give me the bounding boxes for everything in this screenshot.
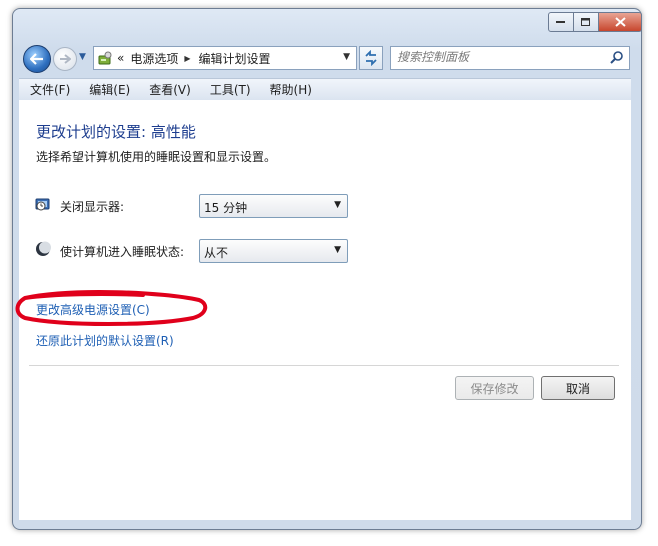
- breadcrumb-chevrons[interactable]: «: [117, 51, 124, 65]
- search-icon[interactable]: [609, 50, 625, 66]
- address-dropdown-icon[interactable]: ▼: [343, 52, 350, 62]
- breadcrumb-separator-icon[interactable]: ▶: [184, 54, 190, 63]
- close-button[interactable]: [599, 12, 642, 32]
- minimize-icon: [556, 21, 565, 23]
- close-icon: [614, 17, 626, 27]
- power-options-icon: [97, 50, 113, 66]
- chevron-down-icon: ▼: [334, 245, 341, 255]
- caption-buttons: [548, 12, 642, 32]
- chevron-down-icon: ▼: [334, 200, 341, 210]
- content-pane: 更改计划的设置: 高性能 选择希望计算机使用的睡眠设置和显示设置。 关闭显示器:…: [15, 100, 631, 520]
- display-off-label: 关闭显示器:: [60, 200, 125, 214]
- forward-button[interactable]: [53, 47, 77, 71]
- menu-tools[interactable]: 工具(T): [199, 81, 259, 98]
- display-off-select[interactable]: 15 分钟 ▼: [199, 194, 348, 218]
- back-arrow-icon: [30, 53, 43, 65]
- page-title: 更改计划的设置: 高性能: [36, 123, 196, 141]
- sleep-value: 从不: [204, 246, 229, 260]
- minimize-button[interactable]: [548, 12, 574, 32]
- advanced-power-settings-link[interactable]: 更改高级电源设置(C): [36, 301, 150, 318]
- search-box[interactable]: [390, 46, 630, 70]
- search-input[interactable]: [397, 49, 602, 65]
- display-off-value: 15 分钟: [204, 201, 248, 215]
- breadcrumb-power-options[interactable]: 电源选项: [130, 50, 178, 67]
- back-button[interactable]: [23, 45, 51, 73]
- menu-file[interactable]: 文件(F): [19, 81, 78, 98]
- save-changes-button[interactable]: 保存修改: [455, 376, 534, 400]
- maximize-icon: [581, 17, 590, 26]
- menu-bar: 文件(F) 编辑(E) 查看(V) 工具(T) 帮助(H): [19, 78, 631, 101]
- refresh-button[interactable]: [359, 46, 383, 70]
- sleep-label: 使计算机进入睡眠状态:: [60, 245, 185, 259]
- maximize-button[interactable]: [574, 12, 599, 32]
- menu-help[interactable]: 帮助(H): [259, 81, 320, 98]
- page-description: 选择希望计算机使用的睡眠设置和显示设置。: [36, 150, 277, 164]
- cancel-button[interactable]: 取消: [541, 376, 615, 400]
- menu-view[interactable]: 查看(V): [138, 81, 199, 98]
- breadcrumb-edit-plan[interactable]: 编辑计划设置: [199, 50, 271, 67]
- recent-pages-dropdown[interactable]: ▼: [79, 52, 86, 62]
- refresh-icon: [365, 50, 377, 66]
- sleep-select[interactable]: 从不 ▼: [199, 239, 348, 263]
- restore-defaults-link[interactable]: 还原此计划的默认设置(R): [36, 332, 174, 349]
- divider: [29, 365, 619, 366]
- address-bar[interactable]: « 电源选项 ▶ 编辑计划设置 ▼: [93, 46, 357, 70]
- menu-edit[interactable]: 编辑(E): [78, 81, 138, 98]
- monitor-clock-icon: [35, 198, 50, 211]
- moon-icon: [36, 241, 51, 256]
- forward-arrow-icon: [60, 54, 71, 64]
